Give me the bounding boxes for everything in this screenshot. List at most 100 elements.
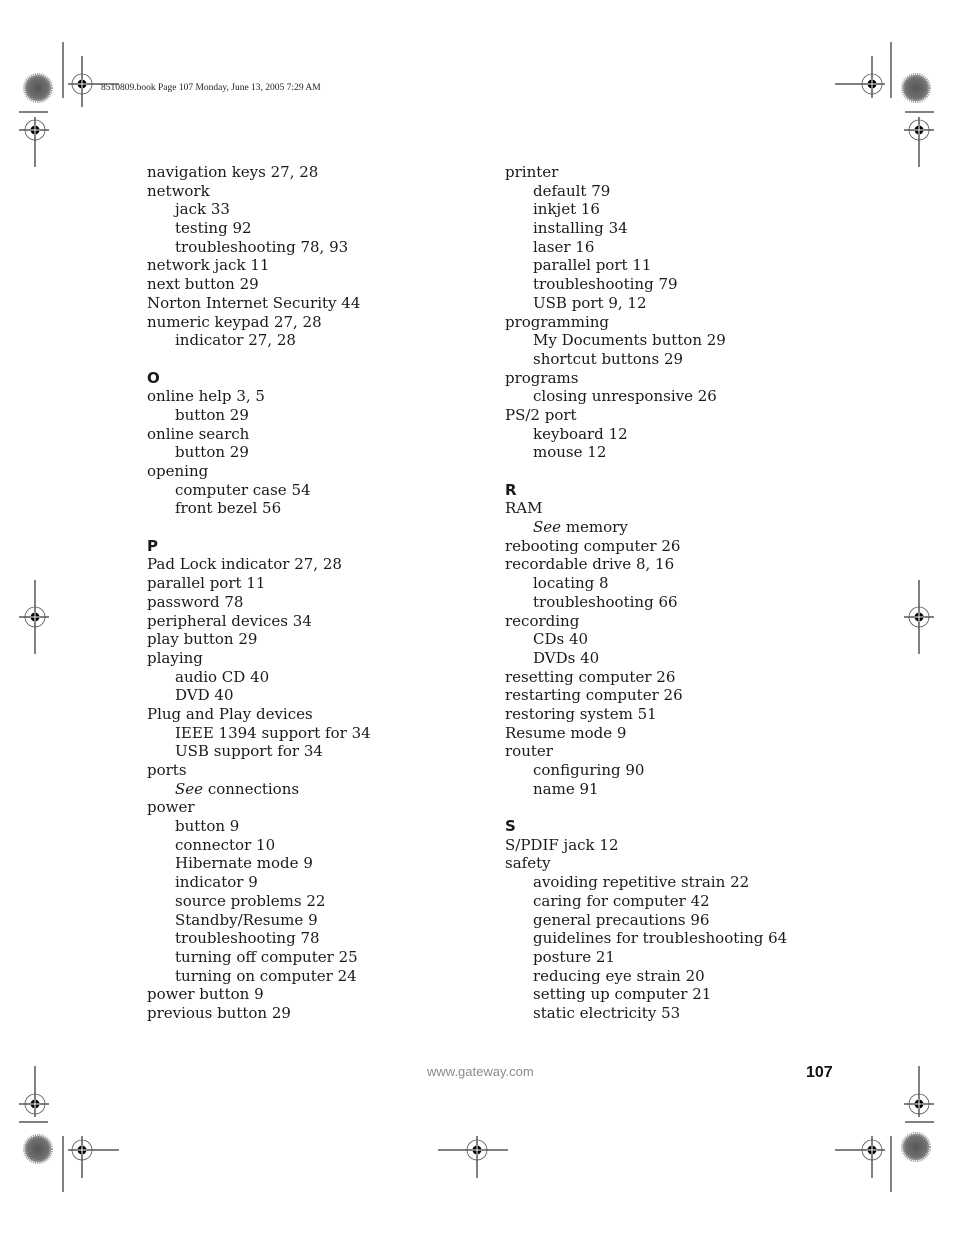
page-references: 21 xyxy=(692,985,712,1004)
index-entry: Pad Lock indicator 27, 28 xyxy=(147,555,371,574)
page-references: 92 xyxy=(232,219,252,238)
index-term: front bezel xyxy=(175,499,258,518)
index-entry: opening xyxy=(147,462,371,481)
index-entry: Plug and Play devices xyxy=(147,705,371,724)
index-term: Plug and Play devices xyxy=(147,704,313,723)
page-references: 10 xyxy=(256,835,276,854)
crosshair-icon-top-left-1 xyxy=(68,56,119,107)
index-entry: resetting computer 26 xyxy=(505,668,787,687)
index-entry: PS/2 port xyxy=(505,406,787,425)
index-entry: next button 29 xyxy=(147,275,371,294)
index-term: DVDs xyxy=(533,648,576,667)
page-references: 54 xyxy=(291,480,311,499)
index-subentry: testing 92 xyxy=(147,219,371,238)
index-term: next button xyxy=(147,275,235,294)
index-subentry: DVD 40 xyxy=(147,686,371,705)
index-subentry: indicator 27, 28 xyxy=(147,331,371,350)
page-references: 26 xyxy=(663,686,683,705)
index-entry: parallel port 11 xyxy=(147,574,371,593)
crosshair-icon-top-right-2 xyxy=(904,117,934,167)
index-term: My Documents button xyxy=(533,331,702,350)
index-entry: rebooting computer 26 xyxy=(505,537,787,556)
index-term: connector xyxy=(175,835,252,854)
index-entry: password 78 xyxy=(147,593,371,612)
section-letter-heading: R xyxy=(505,480,517,499)
index-term: indicator xyxy=(175,873,244,892)
index-term: online help xyxy=(147,387,232,406)
page-references: 34 xyxy=(292,611,312,630)
section-letter-heading: O xyxy=(147,368,160,387)
page-references: 34 xyxy=(608,219,628,238)
index-subentry: default 79 xyxy=(505,182,787,201)
page-references: 34 xyxy=(351,723,371,742)
page-references: 96 xyxy=(690,910,710,929)
index-term: parallel port xyxy=(147,574,242,593)
page-references: 78 xyxy=(224,592,244,611)
index-entry: recordable drive 8, 16 xyxy=(505,555,787,574)
index-subentry: button 9 xyxy=(147,817,371,836)
page-references: 40 xyxy=(214,686,234,705)
index-entry: restoring system 51 xyxy=(505,705,787,724)
page-references: 9 xyxy=(248,873,258,892)
index-entry: network jack 11 xyxy=(147,256,371,275)
index-subentry: static electricity 53 xyxy=(505,1004,787,1023)
page-references: 25 xyxy=(338,947,358,966)
page-references: 78, 93 xyxy=(300,237,349,256)
page-references: 3, 5 xyxy=(236,387,265,406)
index-subentry: name 91 xyxy=(505,780,787,799)
page-references: 22 xyxy=(730,873,750,892)
index-term: caring for computer xyxy=(533,891,686,910)
index-subentry: installing 34 xyxy=(505,219,787,238)
page-references: 26 xyxy=(656,667,676,686)
index-term: indicator xyxy=(175,331,244,350)
page-references: 24 xyxy=(337,966,357,985)
page-references: 40 xyxy=(250,667,270,686)
page-references: 29 xyxy=(663,349,684,368)
index-subentry: parallel port 11 xyxy=(505,256,787,275)
index-term: router xyxy=(505,742,553,761)
page-references: 26 xyxy=(697,387,717,406)
index-entry: power button 9 xyxy=(147,985,371,1004)
index-subentry: Hibernate mode 9 xyxy=(147,854,371,873)
index-entry: router xyxy=(505,742,787,761)
index-term: troubleshooting xyxy=(175,929,296,948)
index-term: programming xyxy=(505,312,610,331)
index-entry: numeric keypad 27, 28 xyxy=(147,313,371,332)
index-subentry: jack 33 xyxy=(147,200,371,219)
index-subentry: troubleshooting 79 xyxy=(505,275,787,294)
index-term: power button xyxy=(147,985,250,1004)
page-references: 9 xyxy=(229,817,240,836)
index-entry: online search xyxy=(147,425,371,444)
page-references: 51 xyxy=(637,704,657,723)
page-references: 29 xyxy=(271,1003,291,1022)
index-subentry: IEEE 1394 support for 34 xyxy=(147,724,371,743)
index-term: button xyxy=(175,443,226,462)
page-references: 12 xyxy=(608,424,628,443)
index-term: jack xyxy=(175,200,207,219)
index-term: restarting computer xyxy=(505,686,659,705)
index-term: default xyxy=(533,181,587,200)
crosshair-icon-bottom-right-2 xyxy=(835,1136,885,1178)
index-term: previous button xyxy=(147,1003,268,1022)
index-entry: restarting computer 26 xyxy=(505,686,787,705)
index-term: rebooting computer xyxy=(505,536,657,555)
index-term: CDs xyxy=(533,630,565,649)
page-references: 9 xyxy=(308,910,318,929)
crosshair-icon-bottom-right-1 xyxy=(904,1066,934,1117)
page-references: 29 xyxy=(229,405,249,424)
section-letter-heading: S xyxy=(505,817,516,836)
index-subentry: closing unresponsive 26 xyxy=(505,387,787,406)
index-subentry: shortcut buttons 29 xyxy=(505,350,787,369)
index-term: network xyxy=(147,181,210,200)
page-references: 9 xyxy=(254,985,264,1004)
index-subentry: reducing eye strain 20 xyxy=(505,967,787,986)
index-term: locating xyxy=(533,574,595,593)
index-subentry: troubleshooting 78, 93 xyxy=(147,238,371,257)
crosshair-icon-bottom-center xyxy=(438,1136,508,1178)
index-subentry: laser 16 xyxy=(505,238,787,257)
starburst-icon-bottom-right xyxy=(901,1132,931,1162)
index-subentry: USB port 9, 12 xyxy=(505,294,787,313)
index-subentry: setting up computer 21 xyxy=(505,985,787,1004)
